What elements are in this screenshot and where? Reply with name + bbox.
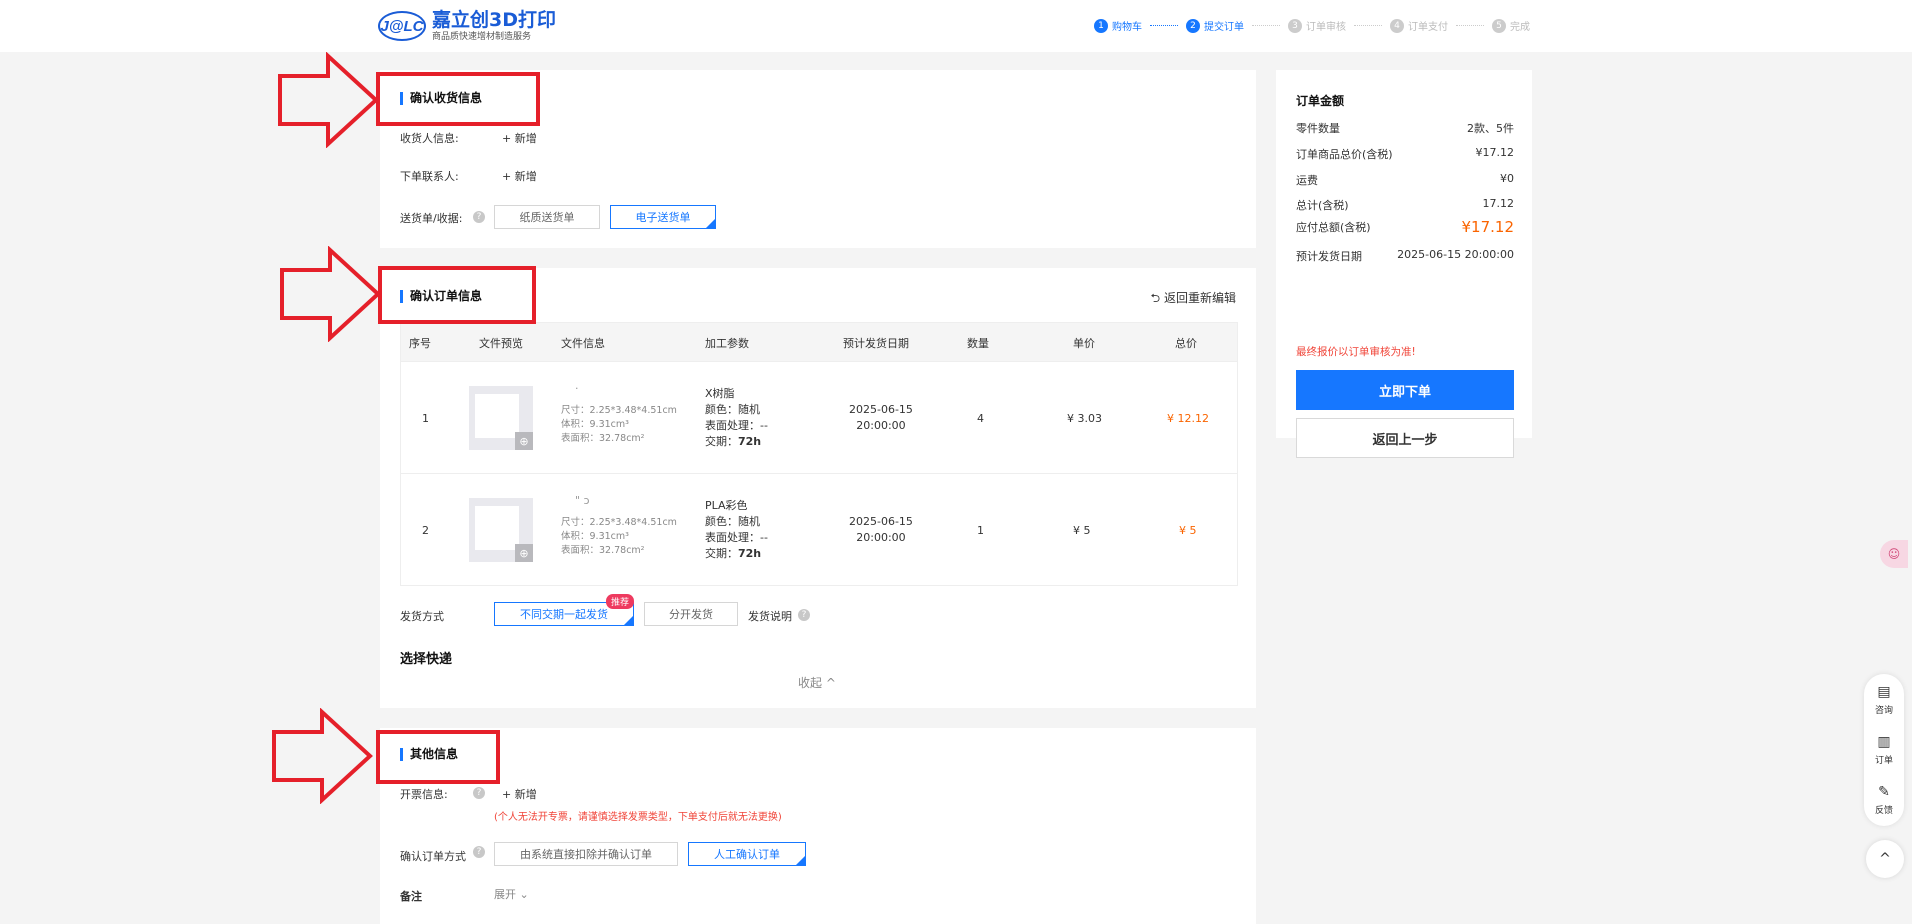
file-info: 尺寸：2.25*3.48*4.51cm 体积：9.31cm³ 表面积：32.78… [561, 405, 677, 444]
ship-date: 2025-06-15 20:00:00 [849, 403, 913, 432]
invoice-warning: (个人无法开专票，请谨慎选择发票类型，下单支付后就无法更换) [494, 812, 782, 823]
contact-label: 下单联系人: [400, 170, 459, 183]
progress-steps: 1 购物车 2 提交订单 3 订单审核 4 订单支付 5 完成 [1094, 18, 1530, 33]
remark-label: 备注 [400, 890, 422, 903]
file-preview[interactable]: ⊕ [469, 386, 533, 450]
paper-receipt-option[interactable]: 纸质送货单 [494, 205, 600, 229]
annotation-arrow-icon [272, 708, 373, 804]
summary-row-payable: 应付总额(含税) ¥17.12 [1296, 218, 1514, 236]
other-card: 其他信息 开票信息: ? + 新增 (个人无法开专票，请谨慎选择发票类型，下单支… [380, 728, 1256, 924]
summary-row-total: 总计(含税) 17.12 [1296, 197, 1514, 212]
ship-separate-option[interactable]: 分开发货 [644, 602, 738, 626]
receiver-label: 收货人信息: [400, 132, 459, 145]
pencil-icon: ✎ [1878, 784, 1890, 800]
summary-row-goods-total: 订单商品总价(含税) ¥17.12 [1296, 146, 1514, 161]
consult-button[interactable]: ▤ 咨询 [1864, 684, 1904, 716]
step-submit: 2 提交订单 [1186, 18, 1244, 33]
contact-add-link[interactable]: + 新增 [502, 168, 537, 184]
order-summary-panel: 订单金额 零件数量 2款、5件 订单商品总价(含税) ¥17.12 运费 ¥0 总计(… [1276, 70, 1532, 458]
file-info: 尺寸：2.25*3.48*4.51cm 体积：9.31cm³ 表面积：32.78… [561, 517, 677, 556]
step-cart: 1 购物车 [1094, 18, 1142, 33]
help-icon[interactable]: ? [798, 609, 810, 621]
chat-icon: ▤ [1877, 684, 1891, 700]
annotation-box-shipping [376, 72, 540, 126]
manual-confirm-option[interactable]: 人工确认订单 [688, 842, 806, 866]
zoom-icon[interactable]: ⊕ [515, 432, 533, 450]
annotation-arrow-icon [280, 246, 381, 342]
step-done: 5 完成 [1492, 18, 1530, 33]
undo-icon: ⮌ [1150, 291, 1164, 305]
summary-row-freight: 运费 ¥0 [1296, 172, 1514, 187]
price-note: 最终报价以订单审核为准! [1296, 346, 1416, 358]
receiver-add-link[interactable]: + 新增 [502, 130, 537, 146]
annotation-arrow-icon [278, 52, 379, 148]
top-header: J@LC 嘉立创3D打印 商品质快速增材制造服务 1 购物车 2 提交订单 3 订单审… [0, 0, 1912, 52]
summary-title: 订单金额 [1296, 94, 1345, 108]
annotation-box-other [376, 730, 500, 784]
logo-title: 嘉立创3D打印 [432, 8, 556, 31]
clipboard-icon: ▥ [1877, 734, 1891, 750]
confirm-method-label: 确认订单方式 [400, 850, 466, 863]
ship-date: 2025-06-15 20:00:00 [849, 515, 913, 544]
back-edit-link[interactable]: ⮌ 返回重新编辑 [1151, 289, 1236, 310]
order-table: 序号 文件预览 文件信息 加工参数 预计发货日期 数量 单价 总价 1 ⊕ · … [400, 322, 1238, 586]
logo-badge: J@LC [378, 11, 426, 41]
assistant-avatar-icon[interactable]: ☺ [1880, 540, 1908, 568]
process-params: PLA彩色 颜色：随机 表面处理：-- 交期：72h [705, 499, 768, 560]
help-icon[interactable]: ? [473, 846, 485, 858]
express-label: 选择快递 [400, 652, 453, 667]
invoice-label: 开票信息: [400, 788, 448, 801]
electronic-receipt-option[interactable]: 电子送货单 [610, 205, 716, 229]
zoom-icon[interactable]: ⊕ [515, 544, 533, 562]
chevron-up-icon: ^ [1879, 851, 1891, 867]
receipt-label: 送货单/收据: [400, 212, 463, 225]
auto-confirm-option[interactable]: 由系统直接扣除并确认订单 [494, 842, 678, 866]
remark-expand-toggle[interactable]: 展开 ⌄ [494, 886, 529, 902]
file-preview[interactable]: ⊕ [469, 498, 533, 562]
table-row: 1 ⊕ · 尺寸：2.25*3.48*4.51cm 体积：9.31cm³ 表面积… [401, 361, 1237, 473]
collapse-toggle[interactable]: 收起 ^ [798, 674, 836, 691]
back-to-top-button[interactable]: ^ [1866, 840, 1904, 878]
ship-method-label: 发货方式 [400, 610, 444, 623]
process-params: X树脂 颜色：随机 表面处理：-- 交期：72h [705, 387, 768, 448]
table-row: 2 ⊕ " ɔ 尺寸：2.25*3.48*4.51cm 体积：9.31cm³ 表… [401, 473, 1237, 585]
annotation-box-order [378, 266, 536, 324]
summary-row-ship-date: 预计发货日期 2025-06-15 20:00:00 [1296, 248, 1514, 263]
ship-note-link[interactable]: 发货说明 [748, 608, 792, 624]
invoice-add-link[interactable]: + 新增 [502, 786, 537, 802]
logo[interactable]: J@LC 嘉立创3D打印 商品质快速增材制造服务 [378, 8, 556, 44]
submit-order-button[interactable]: 立即下单 [1296, 370, 1514, 410]
help-icon[interactable]: ? [473, 787, 485, 799]
back-step-button[interactable]: 返回上一步 [1296, 418, 1514, 458]
step-payment: 4 订单支付 [1390, 18, 1448, 33]
floating-toolbar: ▤ 咨询 ▥ 订单 ✎ 反馈 [1864, 674, 1904, 826]
feedback-button[interactable]: ✎ 反馈 [1864, 784, 1904, 816]
orders-button[interactable]: ▥ 订单 [1864, 734, 1904, 766]
step-review: 3 订单审核 [1288, 18, 1346, 33]
table-header: 序号 文件预览 文件信息 加工参数 预计发货日期 数量 单价 总价 [401, 323, 1237, 361]
logo-subtitle: 商品质快速增材制造服务 [432, 31, 532, 42]
help-icon[interactable]: ? [473, 211, 485, 223]
summary-row-parts: 零件数量 2款、5件 [1296, 122, 1514, 135]
recommend-badge: 推荐 [606, 594, 635, 609]
